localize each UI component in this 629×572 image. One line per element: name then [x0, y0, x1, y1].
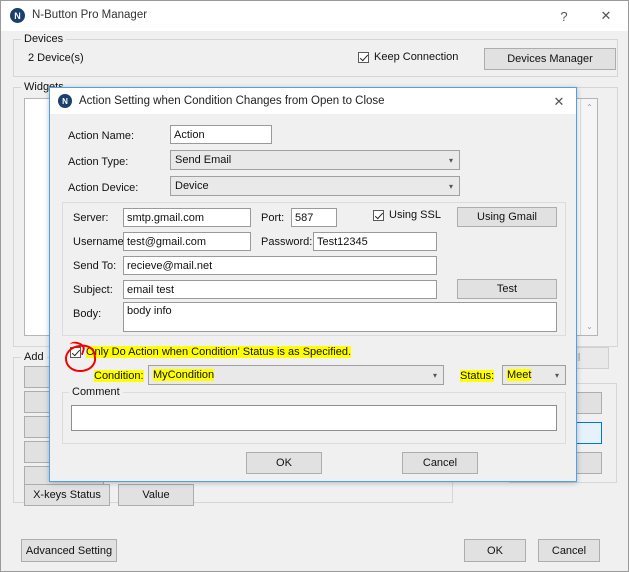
subject-input[interactable]: email test [123, 280, 437, 299]
advanced-setting-button[interactable]: Advanced Setting [21, 539, 117, 562]
dialog-logo-icon: N [58, 94, 72, 108]
server-input[interactable]: smtp.gmail.com [123, 208, 251, 227]
action-type-select[interactable]: Send Email ▾ [170, 150, 460, 170]
action-name-label: Action Name: [68, 130, 135, 142]
email-settings-panel: Server: smtp.gmail.com Port: 587 Using S… [62, 202, 566, 336]
action-type-value: Send Email [175, 154, 232, 166]
checkbox-box-icon [358, 51, 369, 63]
username-input[interactable]: test@gmail.com [123, 232, 251, 251]
action-name-input[interactable]: Action [170, 125, 272, 144]
xkeys-status-button[interactable]: X-keys Status [24, 484, 110, 506]
action-device-value: Device [175, 180, 209, 192]
port-input[interactable]: 587 [291, 208, 337, 227]
action-setting-dialog: N Action Setting when Condition Changes … [49, 87, 577, 482]
close-icon[interactable]: ✕ [585, 1, 627, 31]
chevron-down-icon: ▾ [448, 182, 453, 191]
using-ssl-checkbox[interactable]: Using SSL [373, 209, 441, 221]
condition-select[interactable]: MyCondition ▾ [148, 365, 444, 385]
only-do-action-label: Only Do Action when Condition' Status is… [86, 346, 352, 358]
add-legend: Add [21, 351, 47, 363]
comment-legend: Comment [69, 386, 123, 398]
dialog-close-icon[interactable]: ✕ [542, 88, 576, 115]
server-label: Server: [73, 212, 109, 224]
value-button[interactable]: Value [118, 484, 194, 506]
device-count: 2 Device(s) [28, 52, 84, 64]
test-button[interactable]: Test [457, 279, 557, 299]
app-logo-icon: N [10, 8, 25, 23]
condition-section: Only Do Action when Condition' Status is… [62, 343, 566, 388]
send-to-input[interactable]: recieve@mail.net [123, 256, 437, 275]
status-select[interactable]: Meet ▾ [502, 365, 566, 385]
dialog-title: Action Setting when Condition Changes fr… [79, 95, 385, 107]
main-titlebar: N N-Button Pro Manager ? ✕ [1, 1, 628, 31]
devices-group: Devices 2 Device(s) Keep Connection Devi… [13, 33, 618, 77]
status-value: Meet [507, 369, 532, 381]
main-cancel-button[interactable]: Cancel [538, 539, 600, 562]
password-input[interactable]: Test12345 [313, 232, 437, 251]
widgets-scrollbar[interactable]: ⌃ ⌄ [580, 99, 597, 335]
comment-group: Comment [62, 386, 566, 444]
main-ok-button[interactable]: OK [464, 539, 526, 562]
checkbox-box-icon [373, 209, 384, 221]
condition-value: MyCondition [153, 369, 215, 381]
devices-manager-button[interactable]: Devices Manager [484, 48, 616, 70]
port-label: Port: [261, 212, 285, 224]
scroll-down-icon[interactable]: ⌄ [581, 318, 598, 335]
window-title: N-Button Pro Manager [32, 9, 148, 21]
chevron-down-icon: ▾ [432, 371, 437, 380]
condition-label: Condition: [94, 370, 144, 382]
main-window: N N-Button Pro Manager ? ✕ Devices 2 Dev… [0, 0, 629, 572]
action-device-label: Action Device: [68, 182, 139, 194]
chevron-down-icon: ▾ [554, 371, 559, 380]
status-label: Status: [460, 370, 495, 382]
dialog-titlebar: N Action Setting when Condition Changes … [50, 88, 576, 115]
dialog-cancel-button[interactable]: Cancel [402, 452, 478, 474]
devices-legend: Devices [21, 33, 67, 45]
only-do-action-checkbox[interactable]: Only Do Action when Condition' Status is… [68, 345, 353, 359]
body-label: Body: [73, 308, 102, 320]
keep-connection-checkbox[interactable]: Keep Connection [358, 51, 458, 63]
subject-label: Subject: [73, 284, 113, 296]
scroll-up-icon[interactable]: ⌃ [581, 99, 598, 116]
username-label: Username: [73, 236, 127, 248]
chevron-down-icon: ▾ [448, 156, 453, 165]
using-ssl-label: Using SSL [389, 209, 441, 221]
help-icon[interactable]: ? [543, 1, 585, 31]
body-textarea[interactable]: body info [123, 302, 557, 332]
checkbox-box-icon [70, 346, 81, 358]
keep-connection-label: Keep Connection [374, 51, 459, 63]
send-to-label: Send To: [73, 260, 117, 272]
using-gmail-button[interactable]: Using Gmail [457, 207, 557, 227]
password-label: Password: [261, 236, 313, 248]
dialog-ok-button[interactable]: OK [246, 452, 322, 474]
action-type-label: Action Type: [68, 156, 129, 168]
action-device-select[interactable]: Device ▾ [170, 176, 460, 196]
comment-input[interactable] [71, 405, 557, 431]
